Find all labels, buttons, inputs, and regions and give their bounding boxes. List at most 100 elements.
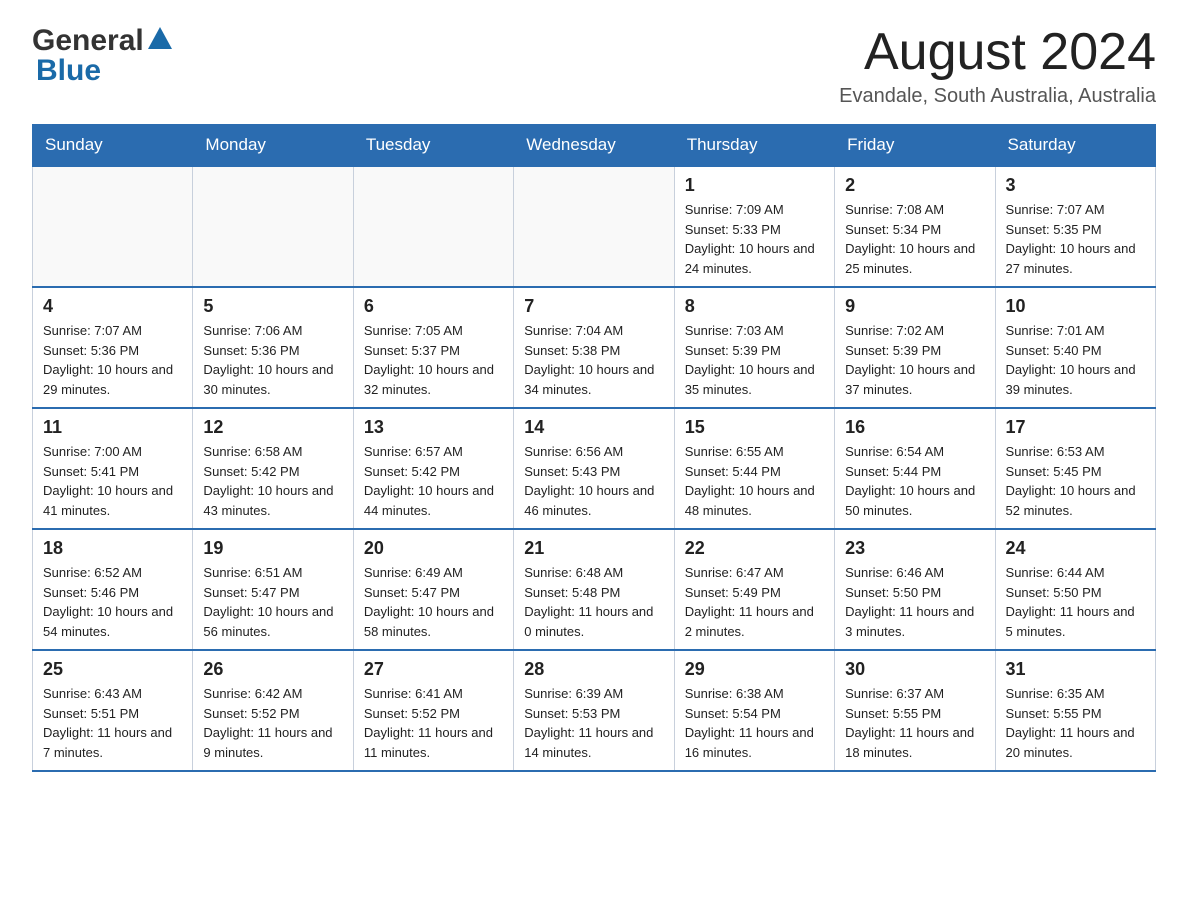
calendar-cell: 24Sunrise: 6:44 AMSunset: 5:50 PMDayligh… <box>995 529 1155 650</box>
calendar-cell: 5Sunrise: 7:06 AMSunset: 5:36 PMDaylight… <box>193 287 353 408</box>
day-info: Sunrise: 7:03 AMSunset: 5:39 PMDaylight:… <box>685 321 824 399</box>
col-header-wednesday: Wednesday <box>514 125 674 167</box>
col-header-tuesday: Tuesday <box>353 125 513 167</box>
calendar-cell: 29 Sunrise: 6:38 AMSunset: 5:54 PMDayligh… <box>674 650 834 771</box>
day-info: Sunrise: 6:44 AMSunset: 5:50 PMDaylight:… <box>1006 563 1145 641</box>
day-number: 2 <box>845 175 984 196</box>
calendar-cell: 9 Sunrise: 7:02 AMSunset: 5:39 PMDaylight… <box>835 287 995 408</box>
calendar-cell: 8 Sunrise: 7:03 AMSunset: 5:39 PMDaylight… <box>674 287 834 408</box>
calendar-cell: 19Sunrise: 6:51 AMSunset: 5:47 PMDayligh… <box>193 529 353 650</box>
calendar-cell: 20 Sunrise: 6:49 AMSunset: 5:47 PMDayligh… <box>353 529 513 650</box>
day-info: Sunrise: 6:43 AMSunset: 5:51 PMDaylight:… <box>43 684 182 762</box>
day-number: 1 <box>685 175 824 196</box>
calendar-cell: 28Sunrise: 6:39 AMSunset: 5:53 PMDayligh… <box>514 650 674 771</box>
day-number: 15 <box>685 417 824 438</box>
calendar-cell: 4 Sunrise: 7:07 AMSunset: 5:36 PMDaylight… <box>33 287 193 408</box>
calendar-cell: 18Sunrise: 6:52 AMSunset: 5:46 PMDayligh… <box>33 529 193 650</box>
day-info: Sunrise: 7:05 AMSunset: 5:37 PMDaylight:… <box>364 321 503 399</box>
calendar-cell: 21 Sunrise: 6:48 AMSunset: 5:48 PMDayligh… <box>514 529 674 650</box>
day-info: Sunrise: 7:08 AMSunset: 5:34 PMDaylight:… <box>845 200 984 278</box>
day-number: 9 <box>845 296 984 317</box>
calendar-cell <box>33 166 193 287</box>
calendar-cell: 27 Sunrise: 6:41 AMSunset: 5:52 PMDayligh… <box>353 650 513 771</box>
logo-blue-text: Blue <box>36 54 101 87</box>
day-info: Sunrise: 7:00 AMSunset: 5:41 PMDaylight:… <box>43 442 182 520</box>
calendar-cell <box>353 166 513 287</box>
calendar-cell <box>514 166 674 287</box>
day-number: 21 <box>524 538 663 559</box>
day-info: Sunrise: 6:58 AMSunset: 5:42 PMDaylight:… <box>203 442 342 520</box>
calendar-cell: 30Sunrise: 6:37 AMSunset: 5:55 PMDayligh… <box>835 650 995 771</box>
calendar-cell: 15 Sunrise: 6:55 AMSunset: 5:44 PMDayligh… <box>674 408 834 529</box>
day-number: 12 <box>203 417 342 438</box>
calendar-cell: 14 Sunrise: 6:56 AMSunset: 5:43 PMDayligh… <box>514 408 674 529</box>
day-info: Sunrise: 6:56 AMSunset: 5:43 PMDaylight:… <box>524 442 663 520</box>
day-info: Sunrise: 6:53 AMSunset: 5:45 PMDaylight:… <box>1006 442 1145 520</box>
day-number: 3 <box>1006 175 1145 196</box>
col-header-friday: Friday <box>835 125 995 167</box>
calendar-week-row: 18Sunrise: 6:52 AMSunset: 5:46 PMDayligh… <box>33 529 1156 650</box>
logo-general-text: General <box>32 24 144 58</box>
day-info: Sunrise: 6:55 AMSunset: 5:44 PMDaylight:… <box>685 442 824 520</box>
day-number: 20 <box>364 538 503 559</box>
day-number: 11 <box>43 417 182 438</box>
day-info: Sunrise: 6:37 AMSunset: 5:55 PMDaylight:… <box>845 684 984 762</box>
title-block: August 2024 Evandale, South Australia, A… <box>839 24 1156 108</box>
day-info: Sunrise: 6:38 AMSunset: 5:54 PMDaylight:… <box>685 684 824 762</box>
day-number: 7 <box>524 296 663 317</box>
calendar-week-row: 1 Sunrise: 7:09 AMSunset: 5:33 PMDaylight… <box>33 166 1156 287</box>
calendar-cell: 31 Sunrise: 6:35 AMSunset: 5:55 PMDayligh… <box>995 650 1155 771</box>
day-info: Sunrise: 6:49 AMSunset: 5:47 PMDaylight:… <box>364 563 503 641</box>
day-number: 8 <box>685 296 824 317</box>
day-info: Sunrise: 7:07 AMSunset: 5:35 PMDaylight:… <box>1006 200 1145 278</box>
day-info: Sunrise: 6:41 AMSunset: 5:52 PMDaylight:… <box>364 684 503 762</box>
calendar-cell: 23Sunrise: 6:46 AMSunset: 5:50 PMDayligh… <box>835 529 995 650</box>
day-info: Sunrise: 7:02 AMSunset: 5:39 PMDaylight:… <box>845 321 984 399</box>
day-number: 16 <box>845 417 984 438</box>
day-number: 22 <box>685 538 824 559</box>
day-info: Sunrise: 6:35 AMSunset: 5:55 PMDaylight:… <box>1006 684 1145 762</box>
day-info: Sunrise: 6:39 AMSunset: 5:53 PMDaylight:… <box>524 684 663 762</box>
day-info: Sunrise: 7:04 AMSunset: 5:38 PMDaylight:… <box>524 321 663 399</box>
day-info: Sunrise: 6:42 AMSunset: 5:52 PMDaylight:… <box>203 684 342 762</box>
logo: General Blue <box>32 24 174 88</box>
calendar-cell: 3 Sunrise: 7:07 AMSunset: 5:35 PMDaylight… <box>995 166 1155 287</box>
day-number: 23 <box>845 538 984 559</box>
day-number: 29 <box>685 659 824 680</box>
day-number: 13 <box>364 417 503 438</box>
day-info: Sunrise: 7:06 AMSunset: 5:36 PMDaylight:… <box>203 321 342 399</box>
month-title: August 2024 <box>839 24 1156 81</box>
location-text: Evandale, South Australia, Australia <box>839 85 1156 108</box>
day-number: 14 <box>524 417 663 438</box>
col-header-sunday: Sunday <box>33 125 193 167</box>
day-number: 27 <box>364 659 503 680</box>
calendar-cell <box>193 166 353 287</box>
calendar-table: SundayMondayTuesdayWednesdayThursdayFrid… <box>32 124 1156 772</box>
day-info: Sunrise: 6:52 AMSunset: 5:46 PMDaylight:… <box>43 563 182 641</box>
col-header-monday: Monday <box>193 125 353 167</box>
calendar-cell: 13Sunrise: 6:57 AMSunset: 5:42 PMDayligh… <box>353 408 513 529</box>
calendar-cell: 10Sunrise: 7:01 AMSunset: 5:40 PMDayligh… <box>995 287 1155 408</box>
day-number: 31 <box>1006 659 1145 680</box>
calendar-cell: 11 Sunrise: 7:00 AMSunset: 5:41 PMDayligh… <box>33 408 193 529</box>
day-number: 10 <box>1006 296 1145 317</box>
calendar-cell: 25Sunrise: 6:43 AMSunset: 5:51 PMDayligh… <box>33 650 193 771</box>
calendar-cell: 1 Sunrise: 7:09 AMSunset: 5:33 PMDaylight… <box>674 166 834 287</box>
calendar-header-row: SundayMondayTuesdayWednesdayThursdayFrid… <box>33 125 1156 167</box>
calendar-cell: 2 Sunrise: 7:08 AMSunset: 5:34 PMDaylight… <box>835 166 995 287</box>
calendar-cell: 22 Sunrise: 6:47 AMSunset: 5:49 PMDayligh… <box>674 529 834 650</box>
day-number: 4 <box>43 296 182 317</box>
calendar-cell: 7 Sunrise: 7:04 AMSunset: 5:38 PMDaylight… <box>514 287 674 408</box>
day-info: Sunrise: 6:47 AMSunset: 5:49 PMDaylight:… <box>685 563 824 641</box>
col-header-thursday: Thursday <box>674 125 834 167</box>
calendar-week-row: 4 Sunrise: 7:07 AMSunset: 5:36 PMDaylight… <box>33 287 1156 408</box>
col-header-saturday: Saturday <box>995 125 1155 167</box>
calendar-week-row: 11 Sunrise: 7:00 AMSunset: 5:41 PMDayligh… <box>33 408 1156 529</box>
day-number: 26 <box>203 659 342 680</box>
day-info: Sunrise: 7:09 AMSunset: 5:33 PMDaylight:… <box>685 200 824 278</box>
calendar-cell: 17 Sunrise: 6:53 AMSunset: 5:45 PMDayligh… <box>995 408 1155 529</box>
day-info: Sunrise: 7:07 AMSunset: 5:36 PMDaylight:… <box>43 321 182 399</box>
day-info: Sunrise: 6:48 AMSunset: 5:48 PMDaylight:… <box>524 563 663 641</box>
logo-icon <box>146 25 174 58</box>
day-number: 17 <box>1006 417 1145 438</box>
